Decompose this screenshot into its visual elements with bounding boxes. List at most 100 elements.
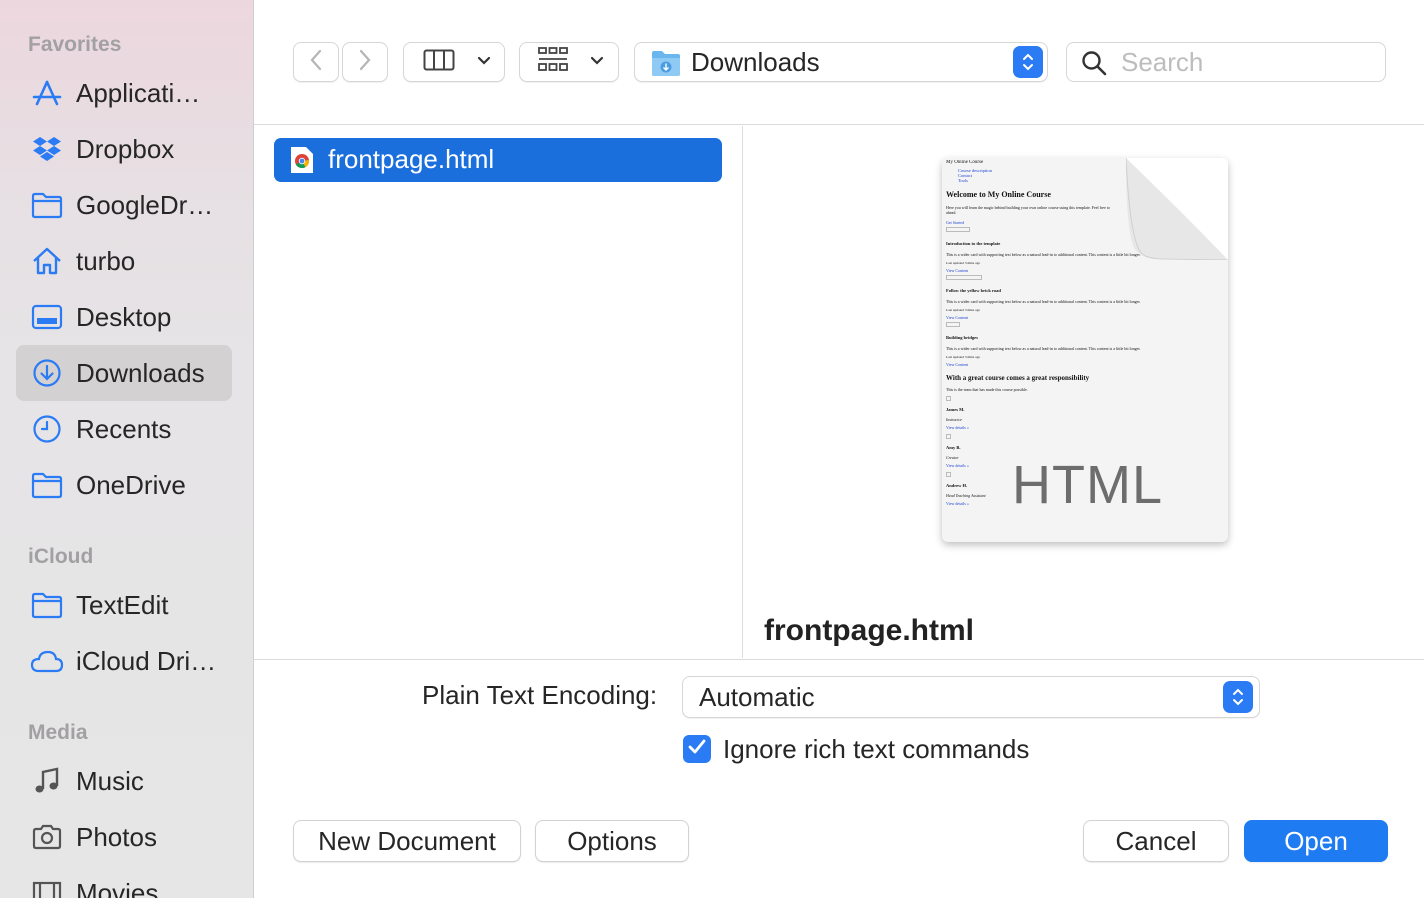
sidebar-item-movies[interactable]: Movies bbox=[16, 865, 232, 898]
grid-view-icon bbox=[538, 46, 568, 78]
folder-icon bbox=[30, 470, 64, 500]
thumb-image-placeholder bbox=[946, 275, 982, 280]
forward-button[interactable] bbox=[342, 42, 388, 82]
checkmark-icon bbox=[687, 738, 707, 761]
thumb-card-title: Introduction to the template bbox=[946, 241, 1001, 246]
sidebar-item-label: OneDrive bbox=[76, 469, 186, 500]
options-button[interactable]: Options bbox=[535, 820, 689, 862]
document-thumbnail: My Online Course Course description Cont… bbox=[942, 158, 1228, 542]
sidebar: Favorites Applicati… Dropbox GoogleDr… t… bbox=[0, 0, 254, 898]
chevron-right-icon bbox=[358, 48, 372, 77]
sidebar-item-textedit[interactable]: TextEdit bbox=[16, 577, 232, 633]
thumb-card-link: View Content bbox=[946, 362, 969, 367]
ignore-rich-text-label[interactable]: Ignore rich text commands bbox=[723, 734, 1029, 765]
chrome-html-file-icon bbox=[290, 146, 314, 179]
thumb-card-text: This is a wider card with supporting tex… bbox=[946, 252, 1141, 257]
thumb-image-placeholder bbox=[946, 227, 970, 232]
sidebar-item-onedrive[interactable]: OneDrive bbox=[16, 457, 232, 513]
thumb-card-meta: Last updated 3 mins ago bbox=[946, 355, 981, 359]
music-note-icon bbox=[30, 766, 64, 796]
sidebar-item-photos[interactable]: Photos bbox=[16, 809, 232, 865]
chevron-down-icon bbox=[590, 53, 604, 71]
sidebar-item-dropbox[interactable]: Dropbox bbox=[16, 121, 232, 177]
back-button[interactable] bbox=[293, 42, 339, 82]
sidebar-item-label: turbo bbox=[76, 245, 136, 276]
thumb-card-link: View Content bbox=[946, 268, 969, 273]
applications-icon bbox=[30, 78, 64, 108]
chevron-down-icon bbox=[477, 53, 491, 71]
columns-view-icon bbox=[423, 49, 455, 76]
new-document-button[interactable]: New Document bbox=[293, 820, 521, 862]
thumb-team-intro: This is the team that has made this cour… bbox=[946, 387, 1028, 392]
thumb-card-meta: Last updated 3 mins ago bbox=[946, 308, 981, 312]
camera-icon bbox=[30, 822, 64, 852]
thumb-card-text: This is a wider card with supporting tex… bbox=[946, 346, 1141, 351]
sidebar-item-label: Recents bbox=[76, 413, 172, 444]
encoding-popup[interactable]: Automatic bbox=[682, 676, 1260, 718]
file-name: frontpage.html bbox=[328, 144, 495, 174]
thumb-card-meta: Last updated 3 mins ago bbox=[946, 261, 981, 265]
downloads-folder-icon bbox=[651, 49, 681, 82]
sidebar-item-label: Movies bbox=[76, 877, 159, 898]
sidebar-item-icloud-drive[interactable]: iCloud Dri… bbox=[16, 633, 232, 689]
thumb-card-title: Follow the yellow brick road bbox=[946, 288, 1001, 293]
location-label: Downloads bbox=[691, 47, 820, 77]
encoding-label: Plain Text Encoding: bbox=[422, 680, 658, 710]
accessory-panel: Plain Text Encoding: Automatic Ignore ri… bbox=[254, 659, 1424, 898]
sidebar-item-label: Desktop bbox=[76, 301, 172, 332]
cloud-icon bbox=[30, 646, 64, 676]
sidebar-item-googledrive[interactable]: GoogleDr… bbox=[16, 177, 232, 233]
sidebar-item-music[interactable]: Music bbox=[16, 753, 232, 809]
search-input[interactable] bbox=[1121, 46, 1371, 78]
file-list: frontpage.html bbox=[254, 126, 743, 658]
sidebar-item-label: iCloud Dri… bbox=[76, 645, 217, 676]
thumb-team-link: View details » bbox=[946, 425, 969, 430]
sidebar-item-label: Dropbox bbox=[76, 133, 175, 164]
thumb-card-text: This is a wider card with supporting tex… bbox=[946, 299, 1141, 304]
sidebar-item-applications[interactable]: Applicati… bbox=[16, 65, 232, 121]
file-row[interactable]: frontpage.html bbox=[274, 138, 722, 182]
sidebar-item-recents[interactable]: Recents bbox=[16, 401, 232, 457]
clock-icon bbox=[30, 414, 64, 444]
downloads-icon bbox=[30, 358, 64, 388]
sidebar-item-label: Downloads bbox=[76, 357, 205, 388]
location-popup[interactable]: Downloads bbox=[634, 42, 1048, 82]
toolbar: Downloads bbox=[254, 0, 1424, 125]
home-icon bbox=[30, 246, 64, 276]
sidebar-item-label: TextEdit bbox=[76, 589, 169, 620]
thumb-team-heading: With a great course comes a great respon… bbox=[946, 374, 1090, 382]
preview-file-name: frontpage.html bbox=[764, 614, 974, 647]
sidebar-item-turbo[interactable]: turbo bbox=[16, 233, 232, 289]
cancel-button[interactable]: Cancel bbox=[1083, 820, 1229, 862]
thumb-nav-item: Tools bbox=[958, 178, 968, 183]
open-button[interactable]: Open bbox=[1244, 820, 1388, 862]
desktop-icon bbox=[30, 302, 64, 332]
folder-icon bbox=[30, 190, 64, 220]
file-type-label: HTML bbox=[1012, 455, 1163, 515]
thumb-heading: Welcome to My Online Course bbox=[946, 190, 1051, 199]
ignore-rich-text-checkbox[interactable] bbox=[683, 735, 711, 763]
chevron-left-icon bbox=[309, 48, 323, 77]
thumb-intro-2: ahead. bbox=[946, 210, 957, 215]
sidebar-section-favorites: Favorites bbox=[28, 33, 122, 56]
group-view-button[interactable] bbox=[519, 42, 619, 82]
dropbox-icon bbox=[30, 134, 64, 164]
sidebar-item-label: Applicati… bbox=[76, 77, 201, 108]
sidebar-item-downloads[interactable]: Downloads bbox=[16, 345, 232, 401]
search-field[interactable] bbox=[1066, 42, 1386, 82]
thumb-team-role: Instructor bbox=[946, 417, 962, 422]
thumb-team-name: James M. bbox=[946, 407, 965, 412]
sidebar-item-label: Music bbox=[76, 765, 144, 796]
sidebar-section-icloud: iCloud bbox=[28, 545, 94, 568]
page-fold-icon bbox=[1126, 158, 1228, 260]
popup-stepper-icon bbox=[1013, 46, 1043, 78]
thumb-avatar-placeholder bbox=[946, 396, 951, 401]
sidebar-item-label: Photos bbox=[76, 821, 157, 852]
thumb-avatar-placeholder bbox=[946, 434, 951, 439]
thumb-avatar-placeholder bbox=[946, 472, 951, 477]
view-columns-button[interactable] bbox=[403, 42, 505, 82]
popup-stepper-icon bbox=[1223, 681, 1253, 713]
film-icon bbox=[30, 878, 64, 898]
sidebar-item-desktop[interactable]: Desktop bbox=[16, 289, 232, 345]
thumb-card-link: View Content bbox=[946, 315, 969, 320]
